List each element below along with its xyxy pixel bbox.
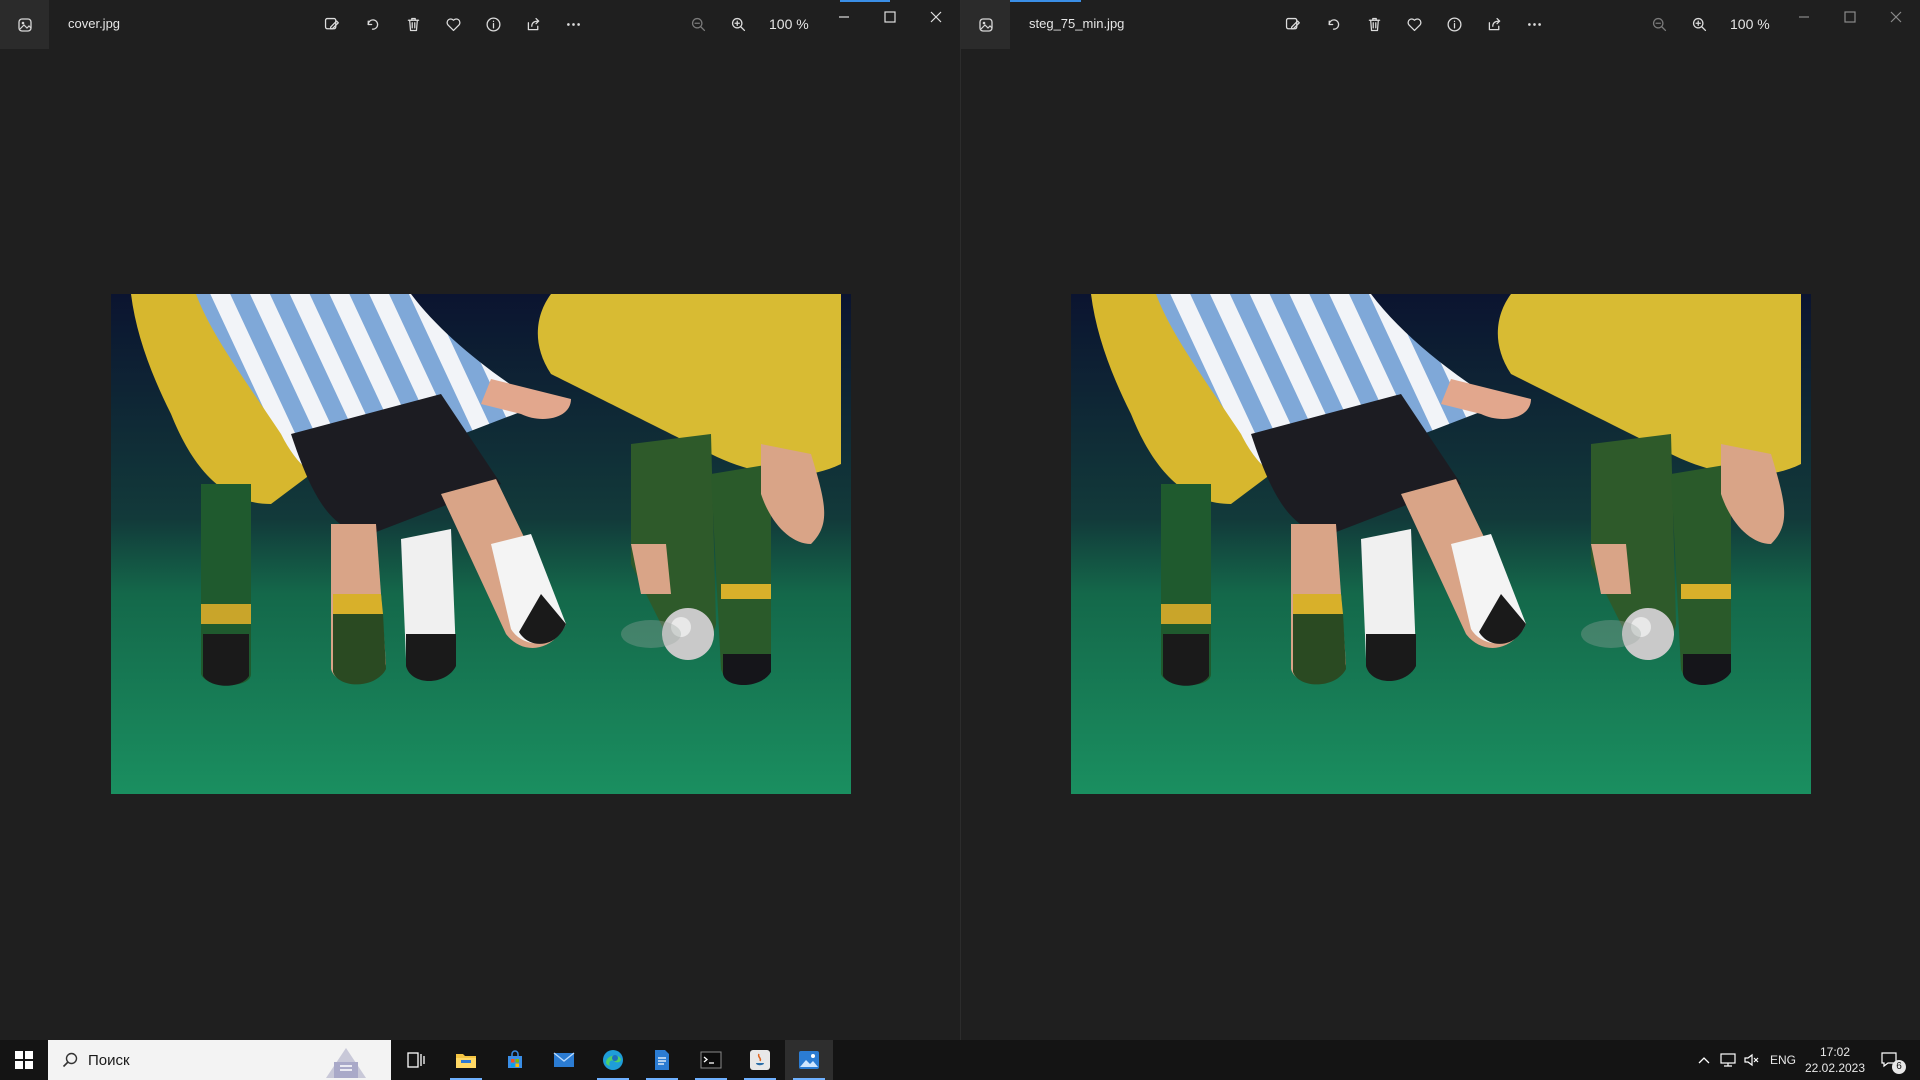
zoom-out-icon[interactable] [683, 9, 713, 39]
delete-icon[interactable] [1359, 9, 1389, 39]
info-icon[interactable] [1439, 9, 1469, 39]
taskbar: Поиск ENG 17:02 22.02.2023 6 [0, 1040, 1920, 1080]
clock-date: 22.02.2023 [1804, 1061, 1866, 1075]
notification-count-badge: 6 [1892, 1060, 1906, 1074]
more-icon[interactable] [558, 9, 588, 39]
network-icon[interactable] [1716, 1040, 1740, 1080]
search-placeholder: Поиск [88, 1051, 130, 1069]
photos-app-icon[interactable] [0, 0, 49, 49]
terminal-icon[interactable] [687, 1040, 735, 1080]
file-name: steg_75_min.jpg [1029, 16, 1125, 31]
maximize-button[interactable] [1827, 0, 1873, 34]
title-bar: steg_75_min.jpg 100 % [961, 0, 1920, 49]
language-indicator[interactable]: ENG [1768, 1040, 1798, 1080]
chevron-up-icon[interactable] [1693, 1040, 1715, 1080]
edit-icon[interactable] [316, 9, 346, 39]
mail-icon[interactable] [540, 1040, 588, 1080]
info-icon[interactable] [478, 9, 508, 39]
clock-time: 17:02 [1819, 1045, 1851, 1059]
zoom-out-icon[interactable] [1644, 9, 1674, 39]
title-bar: cover.jpg 100 % [0, 0, 960, 49]
windows-icon [15, 1051, 33, 1069]
photos-window-right: steg_75_min.jpg 100 % [961, 0, 1920, 1040]
photo-image [1071, 294, 1811, 794]
file-explorer-icon[interactable] [442, 1040, 490, 1080]
favorite-icon[interactable] [1399, 9, 1429, 39]
favorite-icon[interactable] [438, 9, 468, 39]
start-button[interactable] [0, 1040, 48, 1080]
maximize-button[interactable] [867, 0, 913, 34]
rotate-icon[interactable] [1318, 9, 1348, 39]
search-icon [62, 1052, 78, 1068]
file-name: cover.jpg [68, 16, 121, 31]
zoom-level[interactable]: 100 % [1730, 16, 1770, 32]
share-icon[interactable] [1479, 9, 1509, 39]
edit-icon[interactable] [1277, 9, 1307, 39]
share-icon[interactable] [518, 9, 548, 39]
more-icon[interactable] [1519, 9, 1549, 39]
zoom-in-icon[interactable] [723, 9, 753, 39]
zoom-level[interactable]: 100 % [769, 16, 809, 32]
java-icon[interactable] [736, 1040, 784, 1080]
clock[interactable]: 17:02 22.02.2023 [1800, 1044, 1870, 1076]
edge-icon[interactable] [589, 1040, 637, 1080]
close-button[interactable] [1873, 0, 1919, 34]
photos-icon[interactable] [785, 1040, 833, 1080]
store-icon[interactable] [491, 1040, 539, 1080]
close-button[interactable] [913, 0, 959, 34]
photos-app-icon[interactable] [961, 0, 1010, 49]
task-view-icon[interactable] [392, 1040, 440, 1080]
notification-center-button[interactable]: 6 [1872, 1040, 1908, 1080]
search-input[interactable]: Поиск [48, 1040, 391, 1080]
search-highlight-icon [326, 1048, 366, 1078]
minimize-button[interactable] [821, 0, 867, 34]
minimize-button[interactable] [1781, 0, 1827, 34]
rotate-icon[interactable] [357, 9, 387, 39]
photos-window-left: cover.jpg 100 % [0, 0, 961, 1040]
delete-icon[interactable] [398, 9, 428, 39]
volume-muted-icon[interactable] [1740, 1040, 1764, 1080]
zoom-in-icon[interactable] [1684, 9, 1714, 39]
notepad-icon[interactable] [638, 1040, 686, 1080]
photo-image [111, 294, 851, 794]
